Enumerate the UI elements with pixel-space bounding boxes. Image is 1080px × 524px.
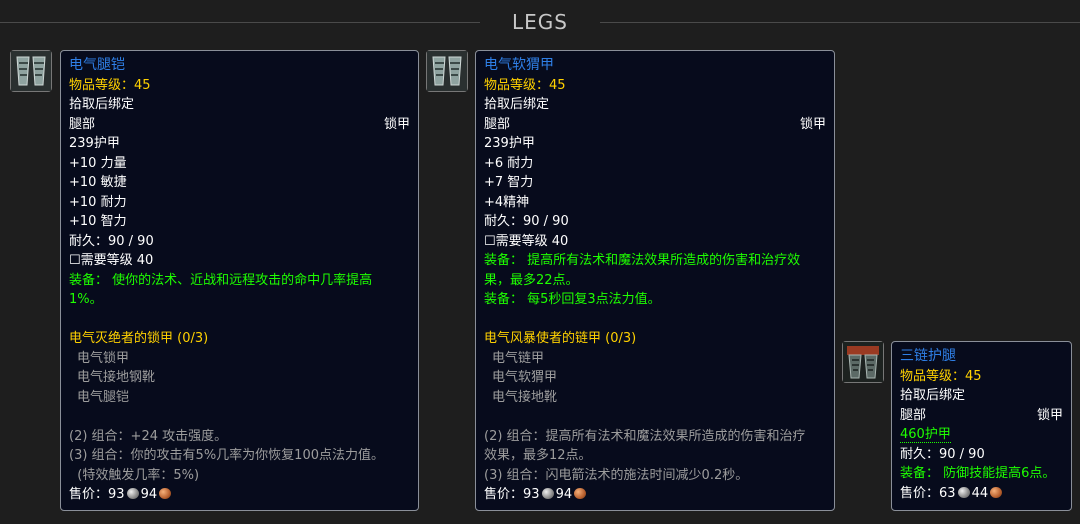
durability-text: 耐久：90 / 90 — [900, 446, 985, 462]
bind-text: 拾取后绑定 — [900, 388, 966, 403]
equip-effect: 果，最多22点。 — [484, 272, 579, 288]
stat-line: +6 耐力 — [484, 155, 534, 171]
set-bonus: (2) 组合：+24 攻击强度。 — [69, 428, 228, 444]
silver-coin-icon — [541, 488, 554, 499]
sell-copper: 94 — [140, 487, 158, 502]
set-item[interactable]: 电气腿铠 — [69, 388, 410, 408]
set-item[interactable]: 电气锁甲 — [69, 349, 410, 369]
set-item[interactable]: 电气链甲 — [484, 349, 826, 369]
armor-type-text: 锁甲 — [1036, 407, 1063, 423]
sell-copper: 44 — [971, 485, 989, 501]
armor-type-text: 锁甲 — [383, 116, 410, 132]
equip-effect: 装备： 防御技能提高6点。 — [900, 466, 1056, 481]
armor-value: 460护甲 — [900, 427, 951, 443]
copper-coin-icon — [990, 486, 1003, 498]
stat-line: +7 智力 — [484, 175, 534, 190]
required-level: ☐需要等级 40 — [484, 233, 569, 249]
item-tooltip-1: 电气腿铠 物品等级：45 拾取后绑定 腿部 锁甲 239护甲 +10 力量 +1… — [60, 50, 419, 511]
section-title: LEGS — [512, 10, 568, 34]
durability-text: 耐久：90 / 90 — [69, 233, 154, 249]
set-bonus: (3) 组合：闪电箭法术的施法时间减少0.2秒。 — [484, 467, 749, 483]
sell-price: 售价：93 94 — [69, 485, 410, 505]
set-item[interactable]: 电气软猬甲 — [484, 368, 826, 388]
item-level: 物品等级：45 — [69, 77, 151, 93]
silver-coin-icon — [126, 488, 139, 499]
set-item[interactable]: 电气接地靴 — [484, 388, 826, 408]
sell-silver: 93 — [108, 487, 125, 502]
stat-line: +4精神 — [484, 194, 530, 210]
stat-line: +10 耐力 — [69, 194, 127, 210]
item-name[interactable]: 电气腿铠 — [69, 56, 410, 76]
copper-coin-icon — [159, 488, 172, 499]
equip-effect: 装备： 使你的法术、近战和远程攻击的命中几率提高 — [69, 272, 373, 288]
item-level: 物品等级：45 — [484, 77, 566, 93]
slot-text: 腿部 — [69, 116, 96, 132]
durability-text: 耐久：90 / 90 — [484, 214, 569, 229]
item-tooltip-2: 电气软猬甲 物品等级：45 拾取后绑定 腿部 锁甲 239护甲 +6 耐力 +7… — [475, 50, 835, 511]
equip-effect: 装备： 提高所有法术和魔法效果所造成的伤害和治疗效 — [484, 253, 801, 268]
set-name[interactable]: 电气风暴使者的链甲 (0/3) — [484, 329, 826, 349]
armor-type-text: 锁甲 — [799, 116, 826, 132]
set-item[interactable]: 电气接地钢靴 — [69, 368, 410, 388]
bind-text: 拾取后绑定 — [69, 97, 135, 112]
copper-coin-icon — [574, 488, 587, 499]
armor-value: 239护甲 — [484, 136, 535, 151]
header-divider-right — [600, 22, 1080, 23]
bind-text: 拾取后绑定 — [484, 97, 550, 112]
equip-effect: 1%。 — [69, 292, 103, 307]
sell-price: 售价：63 44 — [900, 484, 1063, 504]
set-bonus: (3) 组合：你的攻击有5%几率为你恢复100点法力值。 — [69, 448, 384, 463]
item-name[interactable]: 三链护腿 — [900, 347, 1063, 367]
silver-coin-icon — [957, 486, 970, 498]
set-bonus: (2) 组合：提高所有法术和魔法效果所造成的伤害和治疗 — [484, 428, 806, 444]
item-level: 物品等级：45 — [900, 368, 982, 384]
mail-leggings-icon[interactable] — [426, 50, 468, 92]
set-bonus: 效果，最多12点。 — [484, 448, 592, 463]
armor-value: 239护甲 — [69, 136, 120, 151]
mail-leggings-icon[interactable] — [10, 50, 52, 92]
set-bonus: (特效触发几率：5%) — [69, 467, 200, 483]
sell-silver: 93 — [523, 487, 540, 502]
sell-label: 售价： — [484, 487, 524, 502]
sell-copper: 94 — [555, 487, 573, 502]
item-tooltip-3: 三链护腿 物品等级：45 拾取后绑定 腿部 锁甲 460护甲 耐久：90 / 9… — [891, 341, 1072, 511]
sell-label: 售价： — [69, 487, 109, 502]
required-level: ☐需要等级 40 — [69, 253, 154, 268]
chain-leggings-icon[interactable] — [842, 341, 884, 383]
item-name[interactable]: 电气软猬甲 — [484, 56, 826, 76]
sell-silver: 63 — [939, 485, 956, 501]
stat-line: +10 智力 — [69, 214, 127, 229]
slot-text: 腿部 — [900, 407, 927, 423]
header-divider-left — [0, 22, 480, 23]
equip-effect: 装备： 每5秒回复3点法力值。 — [484, 292, 661, 307]
sell-price: 售价：93 94 — [484, 485, 826, 505]
stat-line: +10 力量 — [69, 155, 127, 171]
sell-label: 售价： — [900, 485, 940, 501]
slot-text: 腿部 — [484, 116, 511, 132]
set-name[interactable]: 电气灭绝者的锁甲 (0/3) — [69, 329, 410, 349]
stat-line: +10 敏捷 — [69, 175, 127, 190]
